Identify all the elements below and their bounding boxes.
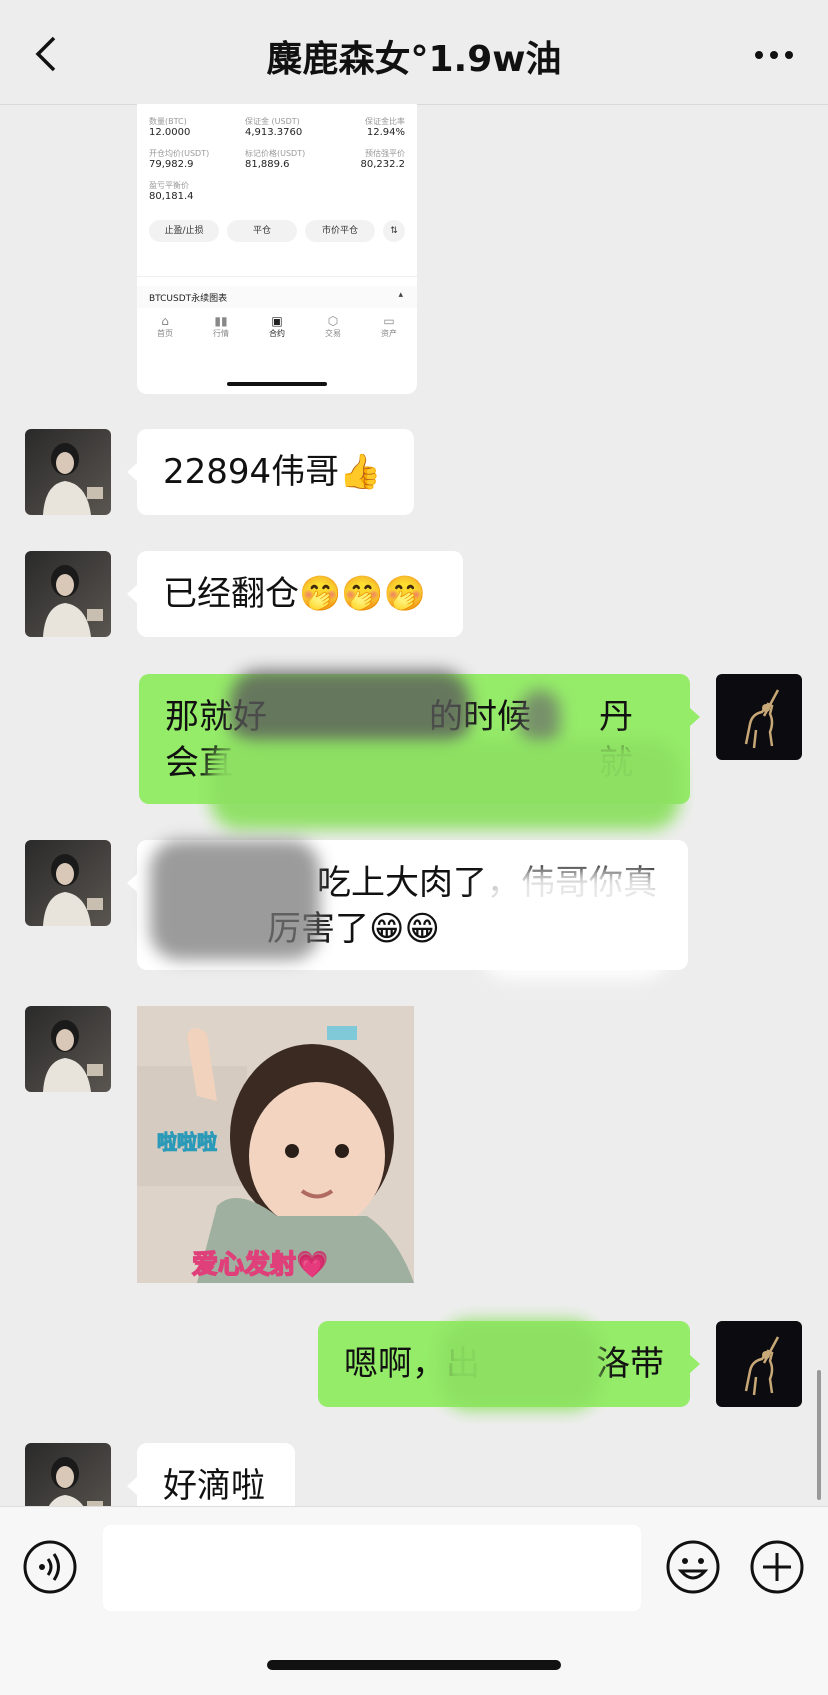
polo-horse-avatar-icon	[716, 1321, 802, 1407]
trade-icon: ⬡	[327, 314, 339, 328]
polo-horse-avatar-icon	[716, 674, 802, 760]
home-icon: ⌂	[161, 314, 169, 328]
voice-icon[interactable]	[22, 1539, 78, 1595]
contact-avatar[interactable]	[25, 429, 111, 515]
field-label: 保证金 (USDT)	[245, 117, 300, 126]
scribble-redaction	[150, 840, 320, 960]
field-label: 标记价格(USDT)	[245, 149, 306, 158]
girl-avatar-icon	[25, 429, 111, 515]
wallet-icon: ▭	[383, 314, 395, 328]
scribble-redaction	[210, 740, 680, 830]
emoji-icon[interactable]	[665, 1539, 721, 1595]
scribble-redaction	[480, 870, 670, 980]
contact-avatar[interactable]	[25, 1006, 111, 1092]
collapse-icon: ▴	[398, 290, 403, 300]
chat-title: 麋鹿森女°1.9w油	[266, 39, 562, 80]
nav-item-futures: ▣ 合约	[261, 314, 293, 339]
field-label: 开仓均价(USDT)	[149, 149, 210, 158]
trade-screenshot-image[interactable]: 数量(BTC) 12.0000 保证金 (USDT) 4,913.3760 保证…	[137, 104, 417, 394]
girl-avatar-icon	[25, 840, 111, 926]
nav-item-market: ▮▮ 行情	[205, 314, 237, 339]
sticker-caption: 爱心发射💗	[191, 1249, 329, 1281]
chat-header: 麋鹿森女°1.9w油	[0, 0, 828, 105]
message-bubble[interactable]: 好滴啦	[137, 1443, 295, 1506]
girl-avatar-icon	[25, 1443, 111, 1506]
message-bubble[interactable]: 22894伟哥👍	[137, 429, 414, 515]
close-position-button: 平仓	[227, 220, 297, 242]
nav-item-assets: ▭ 资产	[373, 314, 405, 339]
message-input[interactable]	[103, 1525, 641, 1611]
field-label: 盈亏平衡价	[149, 181, 189, 190]
field-value: 79,982.9	[149, 159, 194, 170]
app-nav: ⌂ 首页 ▮▮ 行情 ▣ 合约 ⬡ 交易 ▭ 资产	[137, 310, 417, 350]
contact-avatar[interactable]	[25, 1443, 111, 1506]
nav-label: 首页	[157, 329, 173, 338]
nav-label: 资产	[381, 329, 397, 338]
field-label: 预估强平价	[365, 149, 405, 158]
contact-avatar[interactable]	[25, 551, 111, 637]
market-close-button: 市价平仓	[305, 220, 375, 242]
nav-label: 合约	[269, 329, 285, 338]
field-value: 80,232.2	[360, 159, 405, 170]
tpsl-button: 止盈/止损	[149, 220, 219, 242]
sticker-image[interactable]: 啦啦啦 爱心发射💗	[137, 1006, 414, 1283]
home-indicator	[227, 382, 327, 386]
field-label: 保证金比率	[365, 117, 405, 126]
field-value: 81,889.6	[245, 159, 290, 170]
divider	[137, 276, 417, 277]
nav-label: 交易	[325, 329, 341, 338]
field-value: 80,181.4	[149, 191, 194, 202]
message-text: 洛带	[596, 1344, 664, 1384]
home-indicator[interactable]	[267, 1660, 561, 1670]
scribble-redaction	[230, 670, 470, 750]
field-label: 数量(BTC)	[149, 117, 187, 126]
plus-icon[interactable]	[749, 1539, 805, 1595]
sticker-caption: 啦啦啦	[157, 1130, 218, 1155]
chart-bars-icon: ▮▮	[214, 314, 228, 328]
contact-avatar[interactable]	[25, 840, 111, 926]
field-value: 12.0000	[149, 127, 191, 138]
field-value: 4,913.3760	[245, 127, 303, 138]
ellipsis-icon[interactable]	[754, 50, 794, 60]
self-avatar[interactable]	[716, 674, 802, 760]
nav-item-trade: ⬡ 交易	[317, 314, 349, 339]
self-avatar[interactable]	[716, 1321, 802, 1407]
field-value: 12.94%	[366, 127, 405, 138]
girl-avatar-icon	[25, 551, 111, 637]
nav-label: 行情	[213, 329, 229, 338]
scrollbar[interactable]	[817, 1370, 821, 1500]
nav-item-home: ⌂ 首页	[149, 314, 181, 339]
chart-label: BTCUSDT永续图表	[149, 294, 228, 304]
girl-avatar-icon	[25, 1006, 111, 1092]
contract-icon: ▣	[271, 314, 283, 328]
swap-icon: ⇅	[383, 220, 405, 242]
scribble-redaction	[440, 1320, 600, 1410]
message-bubble[interactable]: 已经翻仓🤭🤭🤭	[137, 551, 463, 637]
